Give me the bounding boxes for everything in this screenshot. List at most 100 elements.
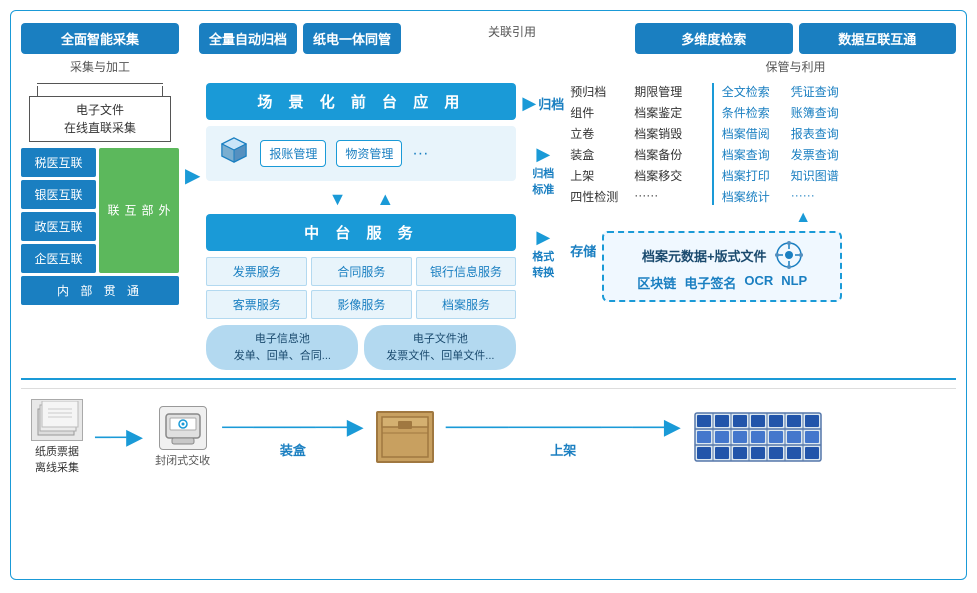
data-pool-row: 电子信息池 发单、回单、合同... 电子文件池 发票文件、回单文件... [206, 325, 516, 370]
exchange-label: 封闭式交收 [155, 452, 210, 468]
cell-destroy: 档案销毁 [634, 125, 704, 142]
cell-shelf: 上架 [570, 167, 630, 184]
paper-header-area: 纸电一体同管 [303, 23, 401, 54]
collect-header-area: 全面智能采集 采集与加工 [21, 23, 179, 79]
service-contract: 合同服务 [311, 257, 412, 286]
box-group [376, 411, 434, 463]
right-arrow-icon-2: ▶ [536, 144, 550, 165]
tag-esign: 电子签名 [684, 273, 736, 292]
collect-inner: 电子文件 在线直联采集 税医互联 银医互联 政医互联 企医互联 外部互联 [21, 83, 179, 305]
arrow-group-2: ▶ 归档标准 [532, 144, 554, 197]
auto-archive-header: 全量自动归档 [199, 23, 297, 54]
app-label-wuzi: 物资管理 [336, 140, 402, 167]
storage-tags: 区块链 电子签名 OCR NLP [637, 273, 807, 292]
paper-docs-group: 纸质票据 离线采集 [31, 399, 83, 475]
diagram-container: 全面智能采集 采集与加工 全量自动归档 纸电一体同管 关联引用 [0, 0, 977, 593]
right-divider [712, 83, 714, 205]
arrow-to-scanner: ──▶ [95, 424, 143, 450]
internal-box: 内 部 贯 通 [21, 276, 179, 305]
cell-pre-archive: 预归档 [570, 83, 630, 100]
collect-sub: 采集与加工 [70, 58, 130, 75]
collect-header: 全面智能采集 [21, 23, 179, 54]
cell-print: 档案打印 [722, 167, 787, 184]
archive-text-2: 归档标准 [532, 165, 554, 197]
storage-title: 档案元数据+版式文件 [642, 246, 767, 265]
auto-header-area: 全量自动归档 [199, 23, 297, 54]
arrow-group-3: ▶ 格式转换 [532, 227, 554, 280]
right-long-arrow-2: ────────▶ [222, 414, 364, 440]
file-pool: 电子文件池 发票文件、回单文件... [364, 325, 516, 370]
cell-knowledge: 知识图谱 [791, 167, 856, 184]
arrow-group-1: ▶ 归档 [522, 93, 564, 114]
cell-voucher: 凭证查询 [791, 83, 856, 100]
cell-invoice: 发票查询 [791, 146, 856, 163]
paper-docs-icon [31, 399, 83, 441]
right-col-3: 全文检索 条件检索 档案借阅 档案查询 档案打印 档案统计 [722, 83, 787, 205]
bank-medical: 银医互联 [21, 180, 96, 209]
cell-condition: 条件检索 [722, 104, 787, 121]
cell-box: 装盒 [570, 146, 630, 163]
storage-title-row: 档案元数据+版式文件 [642, 241, 803, 269]
cell-appraise: 档案鉴定 [634, 104, 704, 121]
service-ticket: 客票服务 [206, 290, 307, 319]
archive-text-3: 格式转换 [532, 248, 554, 280]
shelf-svg [693, 411, 823, 463]
paper-manage-header: 纸电一体同管 [303, 23, 401, 54]
shelf-label: 上架 [550, 440, 576, 459]
right-col-1: 预归档 组件 立卷 装盒 上架 四性检测 [570, 83, 630, 205]
bottom-section: 纸质票据 离线采集 ──▶ [21, 388, 956, 485]
cell-backup: 档案备份 [634, 146, 704, 163]
arrow-shelf-group: ──────────────▶ 上架 [446, 414, 681, 459]
service-invoice: 发票服务 [206, 257, 307, 286]
right-arrow-icon-3: ▶ [536, 227, 550, 248]
right-col-2: 期限管理 档案鉴定 档案销毁 档案备份 档案移交 ······ [634, 83, 704, 205]
collect-column: 电子文件 在线直联采集 税医互联 银医互联 政医互联 企医互联 外部互联 [21, 83, 179, 305]
auto-paper-headers: 全量自动归档 纸电一体同管 关联引用 [199, 23, 617, 54]
paper-stack-svg [34, 401, 80, 439]
outer-border: 全面智能采集 采集与加工 全量自动归档 纸电一体同管 关联引用 [10, 10, 967, 580]
online-collect-box: 电子文件 在线直联采集 [29, 96, 171, 142]
right-long-arrow-1: ──▶ [95, 424, 143, 450]
cell-ledger: 账簿查询 [791, 104, 856, 121]
scanner-icon [159, 406, 207, 450]
storage-section: 存储 档案元数据+版式文件 [570, 231, 956, 302]
app-label-baozhan: 报账管理 [260, 140, 326, 167]
app-dots: ··· [412, 145, 428, 163]
blue-boxes-col: 税医互联 银医互联 政医互联 企医互联 [21, 148, 96, 273]
paper-collect-label: 纸质票据 离线采集 [35, 443, 79, 475]
cell-report: 报表查询 [791, 125, 856, 142]
middle-column: 场 景 化 前 台 应 用 报账管理 [206, 83, 516, 370]
cell-volume: 立卷 [570, 125, 630, 142]
main-content: 全面智能采集 采集与加工 全量自动归档 纸电一体同管 关联引用 [11, 11, 966, 485]
items-and-external: 税医互联 银医互联 政医互联 企医互联 外部互联 [21, 148, 179, 273]
tag-blockchain: 区块链 [637, 273, 676, 292]
collect-to-middle-arrow: ▶ [185, 163, 200, 188]
box-label: 装盒 [280, 440, 306, 459]
right-arrow-icon: ▶ [185, 163, 200, 188]
tax-medical: 税医互联 [21, 148, 96, 177]
service-image: 影像服务 [311, 290, 412, 319]
header-row: 全面智能采集 采集与加工 全量自动归档 纸电一体同管 关联引用 [21, 23, 956, 79]
cell-stats: 档案统计 [722, 188, 787, 205]
scanner-group: 封闭式交收 [155, 406, 210, 468]
right-content-area: 预归档 组件 立卷 装盒 上架 四性检测 期限管理 档案鉴定 档案销毁 [570, 83, 956, 302]
bracket-sides [37, 86, 163, 96]
cell-dots-2: ······ [634, 188, 704, 202]
archive-label-1: 归档 [538, 94, 564, 113]
box-icon [376, 411, 434, 463]
archive-text-1: 归档 [538, 94, 564, 113]
right-col-4: 凭证查询 账簿查询 报表查询 发票查询 知识图谱 ······ [791, 83, 856, 205]
service-bank: 银行信息服务 [416, 257, 517, 286]
tag-ocr: OCR [744, 273, 773, 292]
up-arrow-icon: ▲ [376, 189, 394, 210]
cell-fulltext: 全文检索 [722, 83, 787, 100]
cell-borrow: 档案借阅 [722, 125, 787, 142]
main-content-row: 电子文件 在线直联采集 税医互联 银医互联 政医互联 企医互联 外部互联 [21, 83, 956, 370]
arrow-box-group: ────────▶ 装盒 [222, 414, 364, 459]
gov-medical: 政医互联 [21, 212, 96, 241]
up-arrow-storage: ▲ [650, 209, 956, 227]
down-arrows: ▼ ▲ [206, 189, 516, 210]
app-icons-row: 报账管理 物资管理 ··· [206, 126, 516, 181]
archive-box-svg [380, 415, 430, 459]
data-connect-header: 数据互联互通 [799, 23, 956, 54]
